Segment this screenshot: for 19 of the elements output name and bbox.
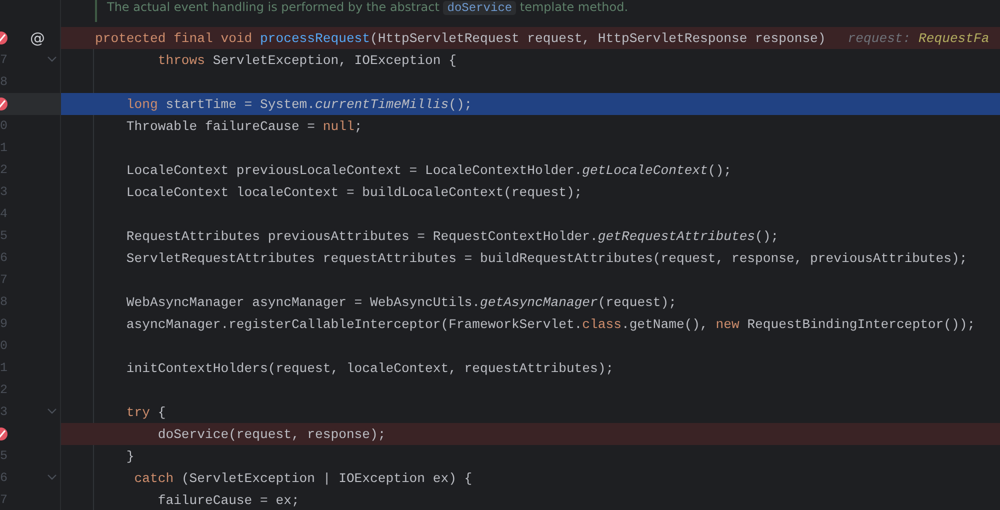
- code-line: throws ServletException, IOException {: [156, 52, 456, 68]
- doc-comment: The actual event handling is performed by the abstract doService template method.: [107, 0, 628, 17]
- code-line: doService(request, response);: [156, 426, 386, 442]
- code-line: catch (ServletException | IOException ex) {: [133, 470, 472, 486]
- code-line: try {: [125, 404, 166, 420]
- code-line: ServletRequestAttributes requestAttributes = buildRequestAttributes(request, response, previousAttributes);: [125, 250, 968, 266]
- code-line: Throwable failureCause = null;: [125, 118, 362, 134]
- code-line: long startTime = System.currentTimeMillis();: [125, 96, 472, 112]
- code-line: initContextHolders(request, localeContext, requestAttributes);: [125, 360, 614, 376]
- inlay-hint: request: RequestFa: [848, 30, 990, 46]
- annotation-marker[interactable]: @: [30, 27, 45, 49]
- code-line: }: [125, 448, 134, 464]
- code-line: protected final void processRequest(HttpServletRequest request, HttpServletResponse response): [95, 30, 826, 46]
- code-line: LocaleContext previousLocaleContext = LocaleContextHolder.getLocaleContext();: [125, 162, 732, 178]
- code-line: RequestAttributes previousAttributes = RequestContextHolder.getRequestAttributes();: [125, 228, 779, 244]
- code-line: failureCause = ex;: [156, 492, 300, 508]
- code-line: WebAsyncManager asyncManager = WebAsyncUtils.getAsyncManager(request);: [125, 294, 676, 310]
- code-line: asyncManager.registerCallableInterceptor(FrameworkServlet.class.getName(), new RequestBindingInterceptor());: [125, 316, 976, 332]
- code-line: LocaleContext localeContext = buildLocaleContext(request);: [125, 184, 582, 200]
